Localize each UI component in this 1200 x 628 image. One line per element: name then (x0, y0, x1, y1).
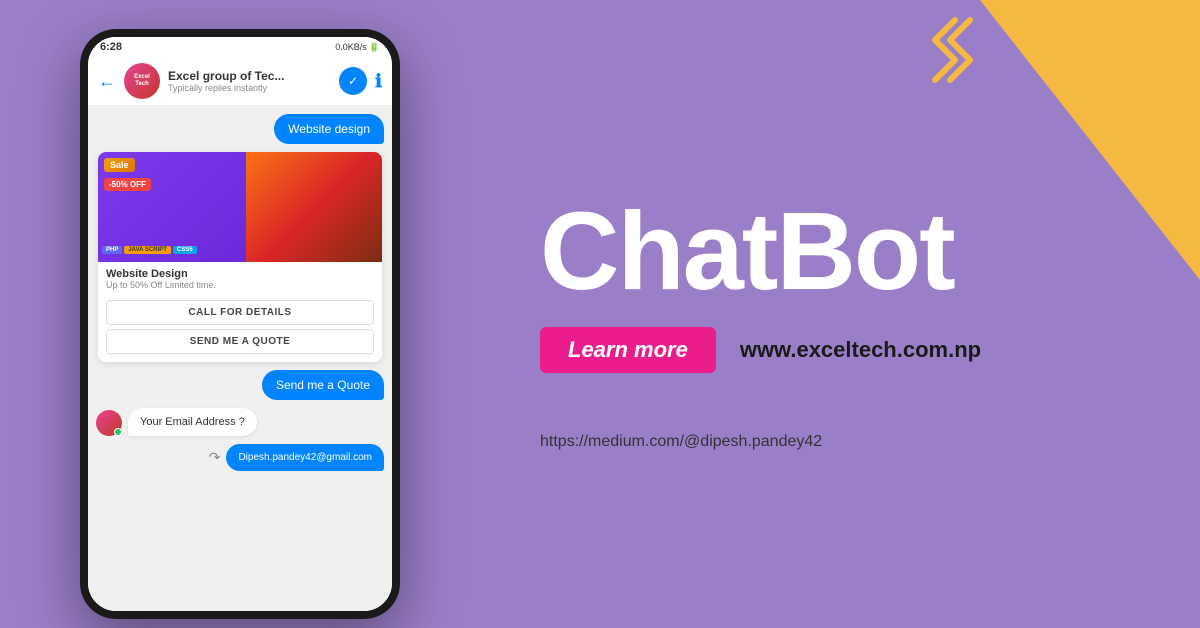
tech-badges: PHP JAVA SCRIPT CSS5 (102, 246, 242, 254)
checkmark-button[interactable]: ✓ (339, 67, 367, 95)
phone-screen: 6:28 0.0KB/s 🔋 ← ExcelTech Excel group o… (88, 37, 392, 611)
js-badge: JAVA SCRIPT (124, 246, 171, 254)
product-image-left: Sale -50% OFF PHP JAVA SCRIPT CSS5 (98, 152, 246, 262)
medium-url[interactable]: https://medium.com/@dipesh.pandey42 (540, 433, 822, 451)
css-badge: CSS5 (173, 246, 197, 254)
battery-icon: 🔋 (369, 42, 380, 53)
info-icon[interactable]: ℹ (375, 71, 382, 92)
send-quote-button[interactable]: SEND ME A QUOTE (106, 329, 374, 354)
right-section: ChatBot Learn more www.exceltech.com.np … (480, 0, 1200, 628)
message-received-email: Your Email Address ? (128, 408, 257, 436)
network-info: 0.0KB/s (335, 42, 367, 52)
message-sent-design: Website design (274, 114, 384, 144)
chat-status: Typically replies instantly (168, 83, 331, 93)
phone-section: 6:28 0.0KB/s 🔋 ← ExcelTech Excel group o… (0, 0, 480, 628)
product-image-right (246, 152, 382, 262)
squiggle-decoration (925, 15, 985, 95)
chat-name: Excel group of Tec... (168, 69, 331, 83)
product-images: Sale -50% OFF PHP JAVA SCRIPT CSS5 (98, 152, 382, 262)
product-actions: CALL FOR DETAILS SEND ME A QUOTE (98, 296, 382, 362)
product-subtitle: Up to 50% Off Limited time. (106, 280, 374, 290)
message-sent-quote: Send me a Quote (262, 370, 384, 400)
discount-badge: -50% OFF (104, 178, 151, 191)
status-time: 6:28 (100, 41, 122, 53)
back-arrow-icon[interactable]: ← (98, 71, 116, 92)
chatbot-title: ChatBot (540, 197, 954, 307)
sale-badge: Sale (104, 158, 135, 172)
call-details-button[interactable]: CALL FOR DETAILS (106, 300, 374, 325)
php-badge: PHP (102, 246, 122, 254)
product-card: Sale -50% OFF PHP JAVA SCRIPT CSS5 (98, 152, 382, 362)
chat-header: ← ExcelTech Excel group of Tec... Typica… (88, 57, 392, 106)
message-row-email-ask: Your Email Address ? (96, 408, 384, 436)
product-text: Website Design Up to 50% Off Limited tim… (98, 262, 382, 296)
message-sent-email: Dipesh.pandey42@gmail.com (226, 444, 384, 471)
chat-header-icons: ✓ ℹ (339, 67, 382, 95)
chat-info: Excel group of Tec... Typically replies … (168, 69, 331, 93)
learn-more-button[interactable]: Learn more (540, 327, 716, 373)
learn-more-row: Learn more www.exceltech.com.np (540, 327, 981, 373)
status-icons: 0.0KB/s 🔋 (335, 42, 380, 53)
online-dot (114, 428, 122, 436)
bot-avatar (96, 410, 122, 436)
phone-mockup: 6:28 0.0KB/s 🔋 ← ExcelTech Excel group o… (80, 29, 400, 619)
status-bar: 6:28 0.0KB/s 🔋 (88, 37, 392, 57)
product-title: Website Design (106, 268, 374, 280)
website-url: www.exceltech.com.np (740, 337, 981, 363)
chat-avatar: ExcelTech (124, 63, 160, 99)
chat-body: Website design Sale -50% OFF PHP JAVA SC… (88, 106, 392, 611)
share-icon[interactable]: ↷ (209, 449, 221, 466)
